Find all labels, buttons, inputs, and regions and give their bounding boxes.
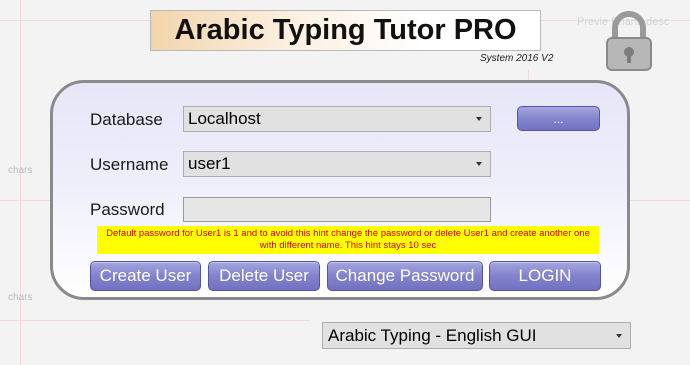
background-chip: chars <box>8 292 33 303</box>
background-line <box>20 0 21 365</box>
chevron-down-icon <box>476 162 482 166</box>
login-button[interactable]: LOGIN <box>489 261 601 291</box>
password-label: Password <box>90 200 165 219</box>
padlock-icon <box>606 11 652 71</box>
username-value: user1 <box>188 154 231 173</box>
username-label: Username <box>90 155 169 174</box>
database-value: Localhost <box>188 109 261 128</box>
delete-user-button[interactable]: Delete User <box>208 261 320 291</box>
background-chip: chars <box>8 165 33 176</box>
change-password-button[interactable]: Change Password <box>327 261 483 291</box>
password-field[interactable] <box>183 197 491 222</box>
app-title: Arabic Typing Tutor PRO <box>150 10 541 51</box>
chevron-down-icon <box>616 334 622 338</box>
database-select[interactable]: Localhost <box>183 106 491 132</box>
chevron-down-icon <box>476 117 482 121</box>
password-hint: Default password for User1 is 1 and to a… <box>97 226 599 254</box>
browse-database-button[interactable]: ... <box>517 106 600 131</box>
language-value: Arabic Typing - English GUI <box>328 325 537 345</box>
language-select[interactable]: Arabic Typing - English GUI <box>322 322 631 349</box>
background-line <box>0 320 310 321</box>
database-label: Database <box>90 110 163 129</box>
create-user-button[interactable]: Create User <box>90 261 201 291</box>
username-select[interactable]: user1 <box>183 151 491 177</box>
version-label: System 2016 V2 <box>480 53 554 64</box>
